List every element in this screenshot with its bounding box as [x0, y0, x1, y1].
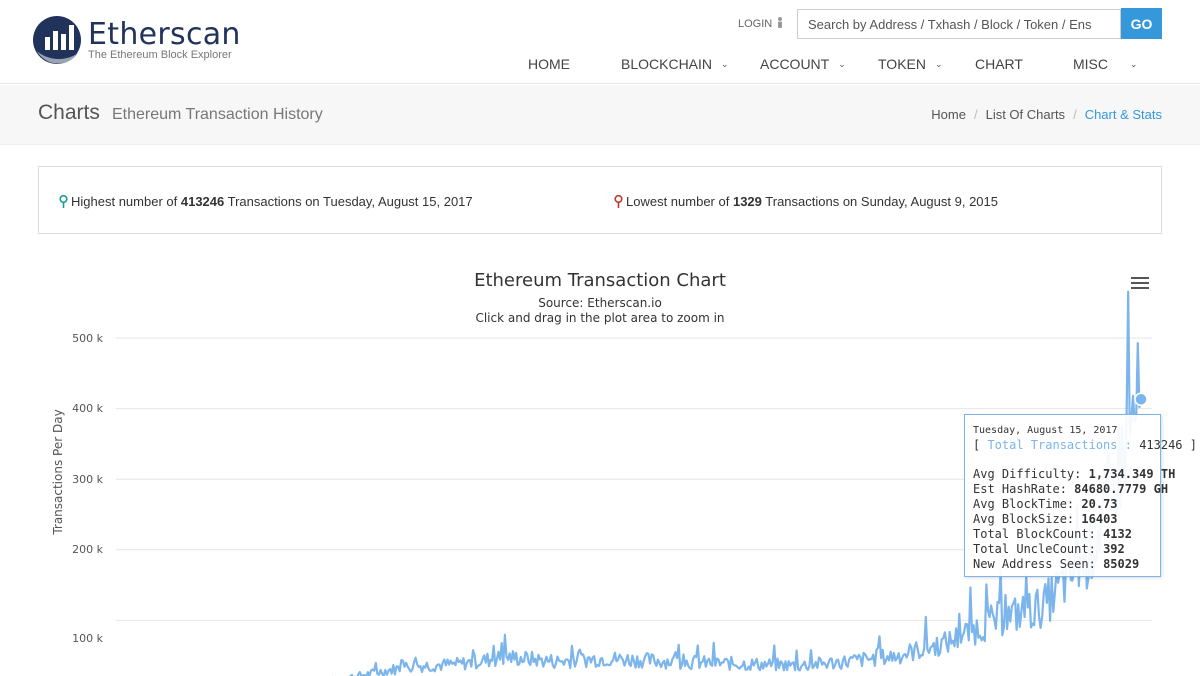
highest-suffix: Transactions on Tuesday, August 15, 2017 [227, 194, 473, 209]
page-header-bar: Charts Ethereum Transaction History Home… [0, 85, 1200, 145]
tooltip-row: Avg Difficulty: 1,734.349 TH [973, 467, 1175, 482]
stats-summary-box: Highest number of 413246 Transactions on… [38, 166, 1162, 234]
breadcrumb-home[interactable]: Home [931, 107, 966, 122]
login-label: LOGIN [738, 18, 773, 30]
nav-token-label: TOKEN [878, 56, 926, 72]
tooltip-row: Est HashRate: 84680.7779 GH [973, 482, 1168, 497]
tooltip-row: Avg BlockSize: 16403 [973, 512, 1152, 527]
lowest-suffix: Transactions on Sunday, August 9, 2015 [765, 194, 998, 209]
chevron-down-icon: ⌄ [721, 59, 729, 69]
nav-home-label: HOME [528, 56, 570, 72]
tooltip-row-label: New Address Seen: [973, 557, 1096, 571]
nav-account[interactable]: ACCOUNT ⌄ [760, 56, 846, 72]
breadcrumb: Home / List Of Charts / Chart & Stats [931, 107, 1162, 122]
nav-account-label: ACCOUNT [760, 56, 830, 72]
site-header: Etherscan The Ethereum Block Explorer LO… [0, 0, 1200, 84]
chevron-down-icon: ⌄ [838, 59, 846, 69]
tooltip-row-label: Avg BlockSize: [973, 512, 1075, 526]
breadcrumb-separator: / [1073, 107, 1077, 122]
nav-token[interactable]: TOKEN ⌄ [878, 56, 943, 72]
nav-home[interactable]: HOME [528, 56, 570, 72]
lowest-value: 1329 [732, 194, 762, 209]
nav-misc-label: MISC [1073, 56, 1108, 72]
logo-name: Etherscan [88, 17, 241, 52]
tooltip-row-value: 85029 [1103, 557, 1140, 571]
tooltip-row-value: 20.73 [1081, 497, 1118, 511]
nav-misc[interactable]: MISC ⌄ [1073, 56, 1138, 72]
tooltip-date: Tuesday, August 15, 2017 [973, 425, 1118, 436]
tooltip-row-label: Total UncleCount: [973, 542, 1096, 556]
page-title: Charts [38, 101, 100, 124]
tooltip-row: Avg BlockTime: 20.73 [973, 497, 1152, 512]
tooltip-row-value: 84680.7779 GH [1074, 482, 1169, 496]
highest-prefix: Highest number of [71, 194, 178, 209]
lowest-prefix: Lowest number of [626, 194, 730, 209]
chevron-down-icon: ⌄ [1130, 59, 1138, 69]
tooltip-row-label: Total BlockCount: [973, 527, 1096, 541]
map-pin-icon [614, 194, 623, 208]
tooltip-row-value: 1,734.349 TH [1088, 467, 1176, 481]
data-point-marker [1134, 392, 1148, 406]
nav-chart[interactable]: CHART [975, 56, 1023, 72]
go-button[interactable]: GO [1121, 8, 1162, 39]
tooltip-series-value: 413246 [1139, 438, 1183, 452]
lowest-stat: Lowest number of 1329 Transactions on Su… [614, 194, 998, 209]
tooltip-row-value: 16403 [1081, 512, 1118, 526]
chevron-down-icon: ⌄ [934, 59, 943, 69]
tooltip-row: Total UncleCount: 392 [973, 542, 1152, 557]
breadcrumb-separator: / [973, 107, 978, 122]
nav-blockchain-label: BLOCKCHAIN [621, 56, 713, 72]
highest-stat: Highest number of 413246 Transactions on… [59, 194, 473, 209]
page-subtitle: Ethereum Transaction History [112, 106, 323, 123]
nav-blockchain[interactable]: BLOCKCHAIN ⌄ [621, 56, 729, 72]
tooltip-row-label: Avg Difficulty: [973, 467, 1082, 481]
tooltip-row: Total BlockCount: 4132 [973, 527, 1152, 542]
nav-chart-label: CHART [975, 56, 1023, 72]
highest-value: 413246 [180, 194, 225, 209]
tooltip-row-label: Est HashRate: [973, 482, 1067, 496]
breadcrumb-chart-stats: Chart & Stats [1084, 107, 1162, 122]
tooltip-row-label: Avg BlockTime: [973, 497, 1075, 511]
chart-tooltip: Tuesday, August 15, 2017 [ Total Transac… [964, 414, 1197, 577]
tooltip-row-value: 392 [1103, 542, 1125, 556]
y-axis-label: Transactions Per Day [51, 409, 65, 535]
breadcrumb-list-of-charts[interactable]: List Of Charts [986, 107, 1065, 122]
tooltip-row: New Address Seen: 85029 [973, 557, 1152, 572]
map-pin-icon [59, 194, 68, 208]
search-input[interactable] [797, 9, 1121, 39]
tooltip-row-value: 4132 [1103, 527, 1132, 541]
y-tick-label: 100 k [72, 632, 103, 645]
tooltip-series: [ Total Transactions : 413246 ] [973, 438, 1197, 452]
tooltip-series-label: Total Transactions [987, 438, 1118, 452]
y-tick-label: 500 k [72, 332, 103, 345]
y-tick-label: 200 k [72, 543, 103, 556]
login-link[interactable]: LOGIN [738, 17, 783, 30]
main-nav: HOME BLOCKCHAIN ⌄ ACCOUNT ⌄ TOKEN ⌄ CHART M… [0, 52, 1200, 78]
user-icon [778, 17, 783, 28]
